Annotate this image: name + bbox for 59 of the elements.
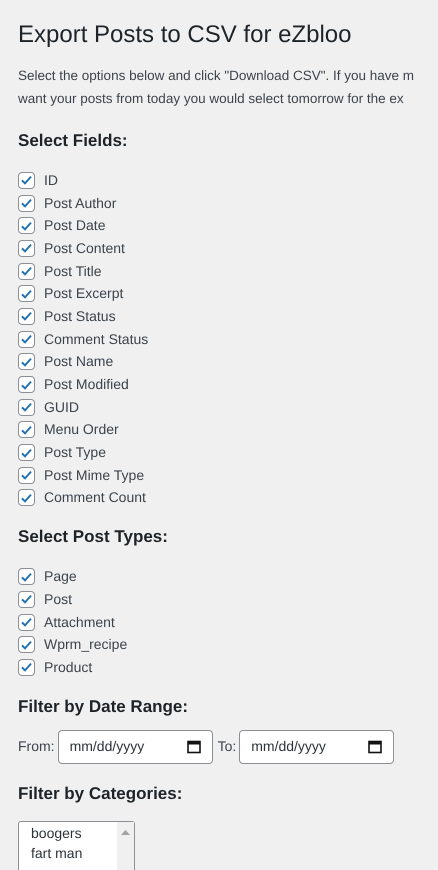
checkbox[interactable]	[18, 568, 35, 586]
checkbox[interactable]	[18, 353, 35, 370]
checkbox-label: Post Name	[44, 352, 114, 372]
category-option[interactable]: boogers	[31, 822, 117, 843]
checkbox[interactable]	[18, 444, 35, 462]
checkbox[interactable]	[18, 466, 35, 484]
checkbox-label: ID	[44, 170, 58, 190]
checkbox[interactable]	[18, 614, 35, 631]
section-heading: Select Post Types:	[18, 526, 169, 548]
checkbox[interactable]	[18, 658, 35, 676]
checkbox[interactable]	[18, 489, 35, 506]
checkbox[interactable]	[18, 172, 35, 189]
checkbox-label: Post Type	[44, 443, 106, 462]
date-placeholder: mm/dd/yyyy	[251, 737, 326, 756]
checkbox-label: Comment Count	[44, 488, 146, 508]
checkbox[interactable]	[18, 240, 35, 257]
category-option[interactable]: fart man	[31, 842, 117, 863]
checkbox-label: Post Modified	[44, 375, 129, 394]
checkbox-label: Comment Status	[44, 330, 148, 349]
section-heading: Filter by Date Range:	[18, 696, 190, 718]
checkbox-label: Post	[44, 590, 72, 609]
checkbox[interactable]	[18, 636, 35, 654]
checkbox-label: GUID	[44, 398, 79, 417]
field-label: To:	[218, 737, 236, 756]
section-heading: Filter by Categories:	[18, 782, 184, 805]
checkbox[interactable]	[18, 194, 35, 212]
checkbox-label: Product	[44, 658, 92, 677]
field-label: From:	[18, 737, 55, 756]
date-field[interactable]: mm/dd/yyyy	[239, 730, 394, 764]
checkbox-label: Post Author	[44, 194, 116, 213]
checkbox[interactable]	[18, 376, 35, 394]
scrollbar[interactable]	[117, 822, 134, 870]
checkbox[interactable]	[18, 262, 35, 280]
checkbox-label: Post Date	[44, 216, 106, 236]
checkbox[interactable]	[18, 308, 35, 325]
date-field[interactable]: mm/dd/yyyy	[58, 730, 213, 764]
checkbox-label: Wprm_recipe	[44, 635, 128, 654]
checkbox-label: Post Excerpt	[44, 284, 124, 304]
checkbox-label: Attachment	[44, 612, 115, 632]
checkbox-label: Post Title	[44, 262, 102, 281]
checkbox[interactable]	[18, 421, 35, 438]
checkbox[interactable]	[18, 398, 35, 416]
checkbox-label: Page	[44, 567, 77, 586]
date-placeholder: mm/dd/yyyy	[70, 737, 144, 756]
description-line: want your posts from today you would select tomorrow for the ex	[18, 90, 405, 108]
checkbox[interactable]	[18, 330, 35, 348]
checkbox-label: Post Content	[44, 238, 125, 258]
category-listbox[interactable]: boogers fart man	[18, 820, 135, 870]
checkbox-label: Menu Order	[44, 420, 119, 440]
section-heading: Select Fields:	[18, 130, 129, 152]
checkbox[interactable]	[18, 590, 35, 608]
checkbox[interactable]	[18, 285, 35, 302]
page-title: Export Posts to CSV for eZbloo	[18, 20, 352, 50]
calendar-icon[interactable]	[186, 740, 201, 754]
checkbox-label: Post Status	[44, 306, 116, 326]
calendar-icon[interactable]	[368, 740, 382, 754]
checkbox[interactable]	[18, 217, 35, 234]
description-line: Select the options below and click "Download CSV". If you have m	[18, 67, 416, 85]
checkbox-label: Post Mime Type	[44, 466, 144, 485]
